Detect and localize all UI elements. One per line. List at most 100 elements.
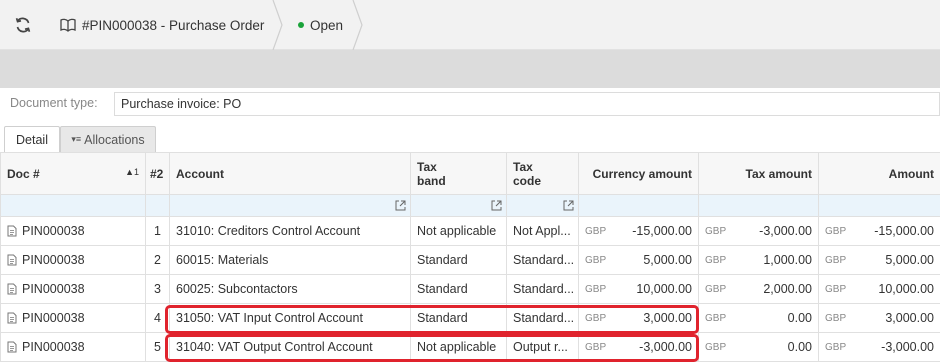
table-row[interactable]: PIN000038 4 31050: VAT Input Control Acc… — [0, 303, 940, 333]
document-title: #PIN000038 - Purchase Order — [82, 17, 265, 33]
table-row[interactable]: PIN000038 1 31010: Creditors Control Acc… — [0, 216, 940, 246]
doc-number: PIN000038 — [22, 282, 85, 296]
cell-account[interactable]: 60025: Subcontactors — [169, 274, 411, 304]
currency-code: GBP — [825, 313, 847, 324]
cell-seq: 4 — [145, 303, 170, 333]
open-lookup-icon[interactable] — [395, 200, 406, 211]
tax-amount-value: 2,000.00 — [763, 282, 812, 296]
tab-allocations[interactable]: ▾≡ Allocations — [60, 126, 156, 152]
allocations-icon: ▾≡ — [71, 134, 82, 144]
currency-amount-value: -3,000.00 — [639, 340, 692, 354]
cell-tax-code[interactable]: Standard... — [506, 274, 579, 304]
filter-cell-amount[interactable] — [818, 194, 940, 217]
tax-amount-value: 0.00 — [787, 340, 812, 354]
cell-tax-band[interactable]: Not applicable — [410, 216, 507, 246]
table-row[interactable]: PIN000038 3 60025: Subcontactors Standar… — [0, 274, 940, 304]
column-header-tax-band-line2: band — [417, 173, 446, 188]
filter-cell-account[interactable] — [169, 194, 411, 217]
column-header-currency-amount[interactable]: Currency amount — [578, 152, 699, 195]
cell-tax-band[interactable]: Standard — [410, 274, 507, 304]
filter-cell-tax-amount[interactable] — [698, 194, 819, 217]
filter-cell-tax-band[interactable] — [410, 194, 507, 217]
cell-tax-band[interactable]: Standard — [410, 303, 507, 333]
column-header-seq[interactable]: #2 — [145, 152, 170, 195]
document-type-field[interactable]: Purchase invoice: PO — [114, 92, 940, 116]
currency-amount-value: 10,000.00 — [636, 282, 692, 296]
column-header-account[interactable]: Account — [169, 152, 411, 195]
currency-code: GBP — [585, 226, 607, 237]
filter-cell-currency-amount[interactable] — [578, 194, 699, 217]
cell-tax-amount[interactable]: GBP 1,000.00 — [698, 245, 819, 275]
column-header-tax-code-line1: Tax — [513, 159, 533, 174]
cell-seq: 5 — [145, 332, 170, 362]
refresh-icon[interactable] — [12, 14, 34, 36]
column-header-doc[interactable]: Doc # ▲1 — [0, 152, 146, 195]
currency-code: GBP — [825, 255, 847, 266]
column-header-amount[interactable]: Amount — [818, 152, 940, 195]
cell-currency-amount[interactable]: GBP 3,000.00 — [578, 303, 699, 333]
cell-doc[interactable]: PIN000038 — [0, 274, 146, 304]
column-header-tax-amount-label: Tax amount — [745, 166, 812, 181]
cell-tax-code[interactable]: Standard... — [506, 303, 579, 333]
column-header-tax-band[interactable]: Tax band — [410, 152, 507, 195]
column-header-tax-code-line2: code — [513, 173, 542, 188]
cell-amount[interactable]: GBP 5,000.00 — [818, 245, 940, 275]
tax-amount-value: 0.00 — [787, 311, 812, 325]
cell-doc[interactable]: PIN000038 — [0, 303, 146, 333]
document-icon — [7, 254, 17, 266]
cell-tax-amount[interactable]: GBP 2,000.00 — [698, 274, 819, 304]
cell-tax-band[interactable]: Standard — [410, 245, 507, 275]
amount-value: 10,000.00 — [878, 282, 934, 296]
cell-tax-code[interactable]: Standard... — [506, 245, 579, 275]
cell-doc[interactable]: PIN000038 — [0, 332, 146, 362]
cell-tax-amount[interactable]: GBP 0.00 — [698, 332, 819, 362]
amount-value: -3,000.00 — [881, 340, 934, 354]
cell-tax-amount[interactable]: GBP 0.00 — [698, 303, 819, 333]
cell-tax-code[interactable]: Not Appl... — [506, 216, 579, 246]
breadcrumb-document[interactable]: #PIN000038 - Purchase Order — [60, 0, 264, 50]
cell-amount[interactable]: GBP 10,000.00 — [818, 274, 940, 304]
currency-code: GBP — [825, 342, 847, 353]
cell-tax-amount[interactable]: GBP -3,000.00 — [698, 216, 819, 246]
table-row[interactable]: PIN000038 5 31040: VAT Output Control Ac… — [0, 332, 940, 362]
column-header-tax-amount[interactable]: Tax amount — [698, 152, 819, 195]
cell-doc[interactable]: PIN000038 — [0, 245, 146, 275]
amount-value: 5,000.00 — [885, 253, 934, 267]
cell-amount[interactable]: GBP -3,000.00 — [818, 332, 940, 362]
cell-tax-band[interactable]: Not applicable — [410, 332, 507, 362]
cell-amount[interactable]: GBP -15,000.00 — [818, 216, 940, 246]
cell-tax-code[interactable]: Output r... — [506, 332, 579, 362]
tax-amount-value: -3,000.00 — [759, 224, 812, 238]
cell-account[interactable]: 31010: Creditors Control Account — [169, 216, 411, 246]
cell-amount[interactable]: GBP 3,000.00 — [818, 303, 940, 333]
document-icon — [7, 312, 17, 324]
open-lookup-icon[interactable] — [491, 200, 502, 211]
document-icon — [7, 341, 17, 353]
cell-currency-amount[interactable]: GBP 10,000.00 — [578, 274, 699, 304]
doc-number: PIN000038 — [22, 311, 85, 325]
document-type-label: Document type: — [10, 96, 98, 110]
cell-account[interactable]: 31040: VAT Output Control Account — [169, 332, 411, 362]
cell-seq: 1 — [145, 216, 170, 246]
filter-cell-doc[interactable] — [0, 194, 146, 217]
open-lookup-icon[interactable] — [563, 200, 574, 211]
column-header-seq-label: #2 — [150, 166, 164, 181]
tab-detail[interactable]: Detail — [4, 126, 60, 152]
column-header-tax-band-line1: Tax — [417, 159, 437, 174]
filter-cell-tax-code[interactable] — [506, 194, 579, 217]
cell-account[interactable]: 31050: VAT Input Control Account — [169, 303, 411, 333]
doc-number: PIN000038 — [22, 340, 85, 354]
cell-account[interactable]: 60015: Materials — [169, 245, 411, 275]
cell-currency-amount[interactable]: GBP -3,000.00 — [578, 332, 699, 362]
column-header-tax-code[interactable]: Tax code — [506, 152, 579, 195]
table-row[interactable]: PIN000038 2 60015: Materials Standard St… — [0, 245, 940, 275]
status-indicator: Open — [298, 0, 343, 50]
cell-currency-amount[interactable]: GBP -15,000.00 — [578, 216, 699, 246]
currency-code: GBP — [825, 284, 847, 295]
filter-cell-seq[interactable] — [145, 194, 170, 217]
cell-doc[interactable]: PIN000038 — [0, 216, 146, 246]
detail-grid: Doc # ▲1 #2 Account Tax band Tax code Cu… — [0, 152, 940, 362]
currency-code: GBP — [585, 284, 607, 295]
cell-currency-amount[interactable]: GBP 5,000.00 — [578, 245, 699, 275]
currency-code: GBP — [585, 255, 607, 266]
